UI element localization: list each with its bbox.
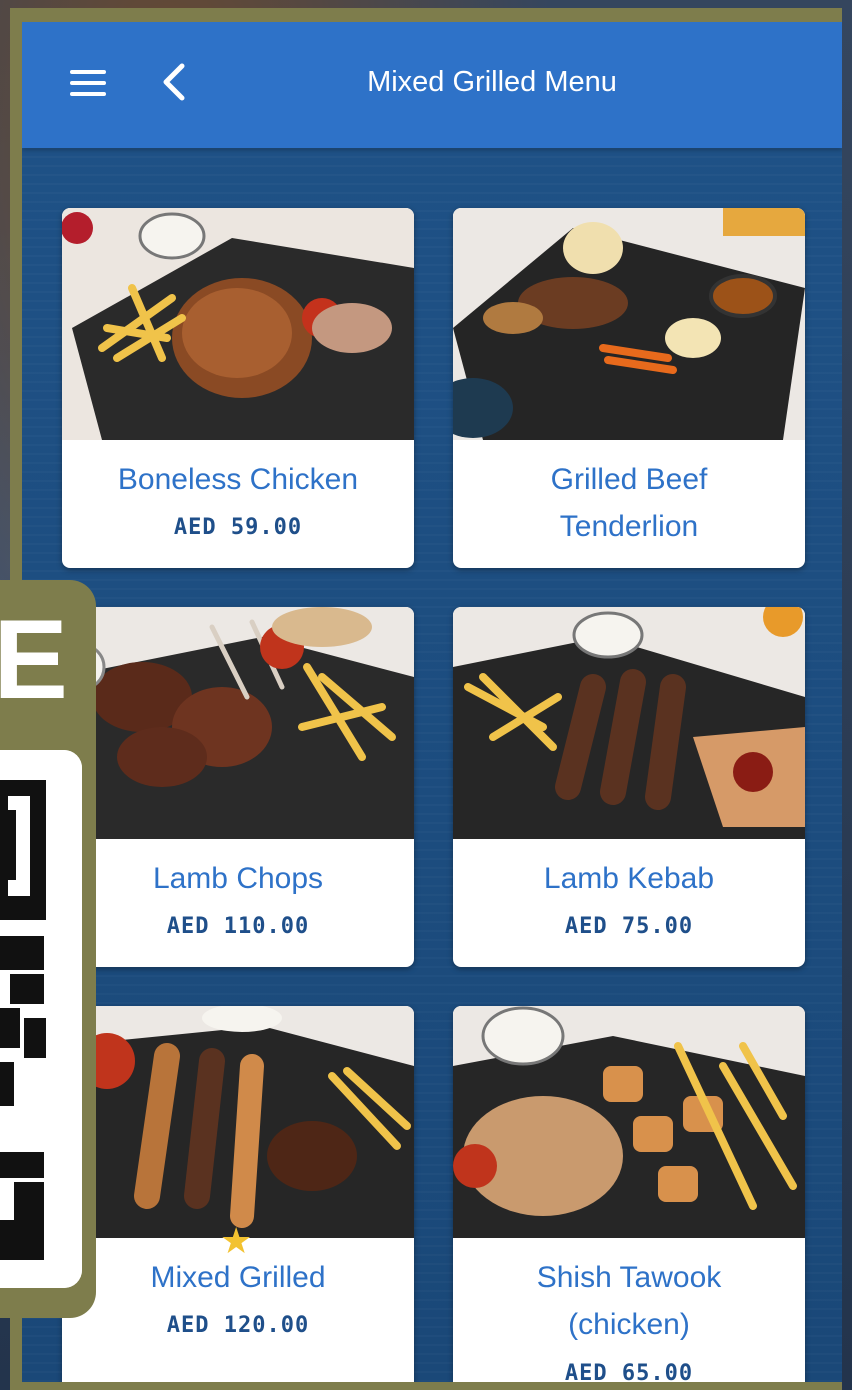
menu-grid: Boneless Chicken AED 59.00 Grilled Beef … xyxy=(22,22,842,1382)
item-name-line-2: Tenderlion xyxy=(559,510,699,543)
item-price: AED 110.00 xyxy=(166,914,310,939)
item-name: Lamb Chops xyxy=(152,862,324,895)
promo-text-fragment: RE xyxy=(0,600,64,720)
item-price: AED 59.00 xyxy=(173,515,303,540)
menu-item-card[interactable]: ★ Mixed Grilled AED 120.00 xyxy=(62,1006,414,1382)
promo-text: RE xyxy=(0,600,64,720)
food-photo xyxy=(453,1006,805,1238)
item-name-line-1: Shish Tawook xyxy=(536,1261,722,1294)
menu-item-card[interactable]: Grilled Beef Tenderlion xyxy=(453,208,805,568)
item-price: AED 75.00 xyxy=(564,914,694,939)
food-photo xyxy=(453,208,805,440)
item-name: Mixed Grilled xyxy=(150,1261,326,1294)
menu-item-card[interactable]: Lamb Kebab AED 75.00 xyxy=(453,607,805,967)
food-photo xyxy=(453,607,805,839)
item-name-line-2: (chicken) xyxy=(568,1308,690,1341)
app-screen: Mixed Grilled Menu Boneless Chicken AED … xyxy=(22,22,842,1382)
food-photo xyxy=(62,1006,414,1238)
qr-code[interactable] xyxy=(0,750,82,1288)
item-price: AED 120.00 xyxy=(166,1313,310,1338)
food-photo xyxy=(62,607,414,839)
menu-item-card[interactable]: Shish Tawook (chicken) AED 65.00 xyxy=(453,1006,805,1382)
item-name: Lamb Kebab xyxy=(543,862,715,895)
item-name-line-1: Grilled Beef xyxy=(550,463,708,496)
food-photo xyxy=(62,208,414,440)
item-name: Boneless Chicken xyxy=(117,463,359,496)
menu-item-card[interactable]: Boneless Chicken AED 59.00 xyxy=(62,208,414,568)
item-price: AED 65.00 xyxy=(564,1361,694,1382)
menu-item-card[interactable]: Lamb Chops AED 110.00 xyxy=(62,607,414,967)
